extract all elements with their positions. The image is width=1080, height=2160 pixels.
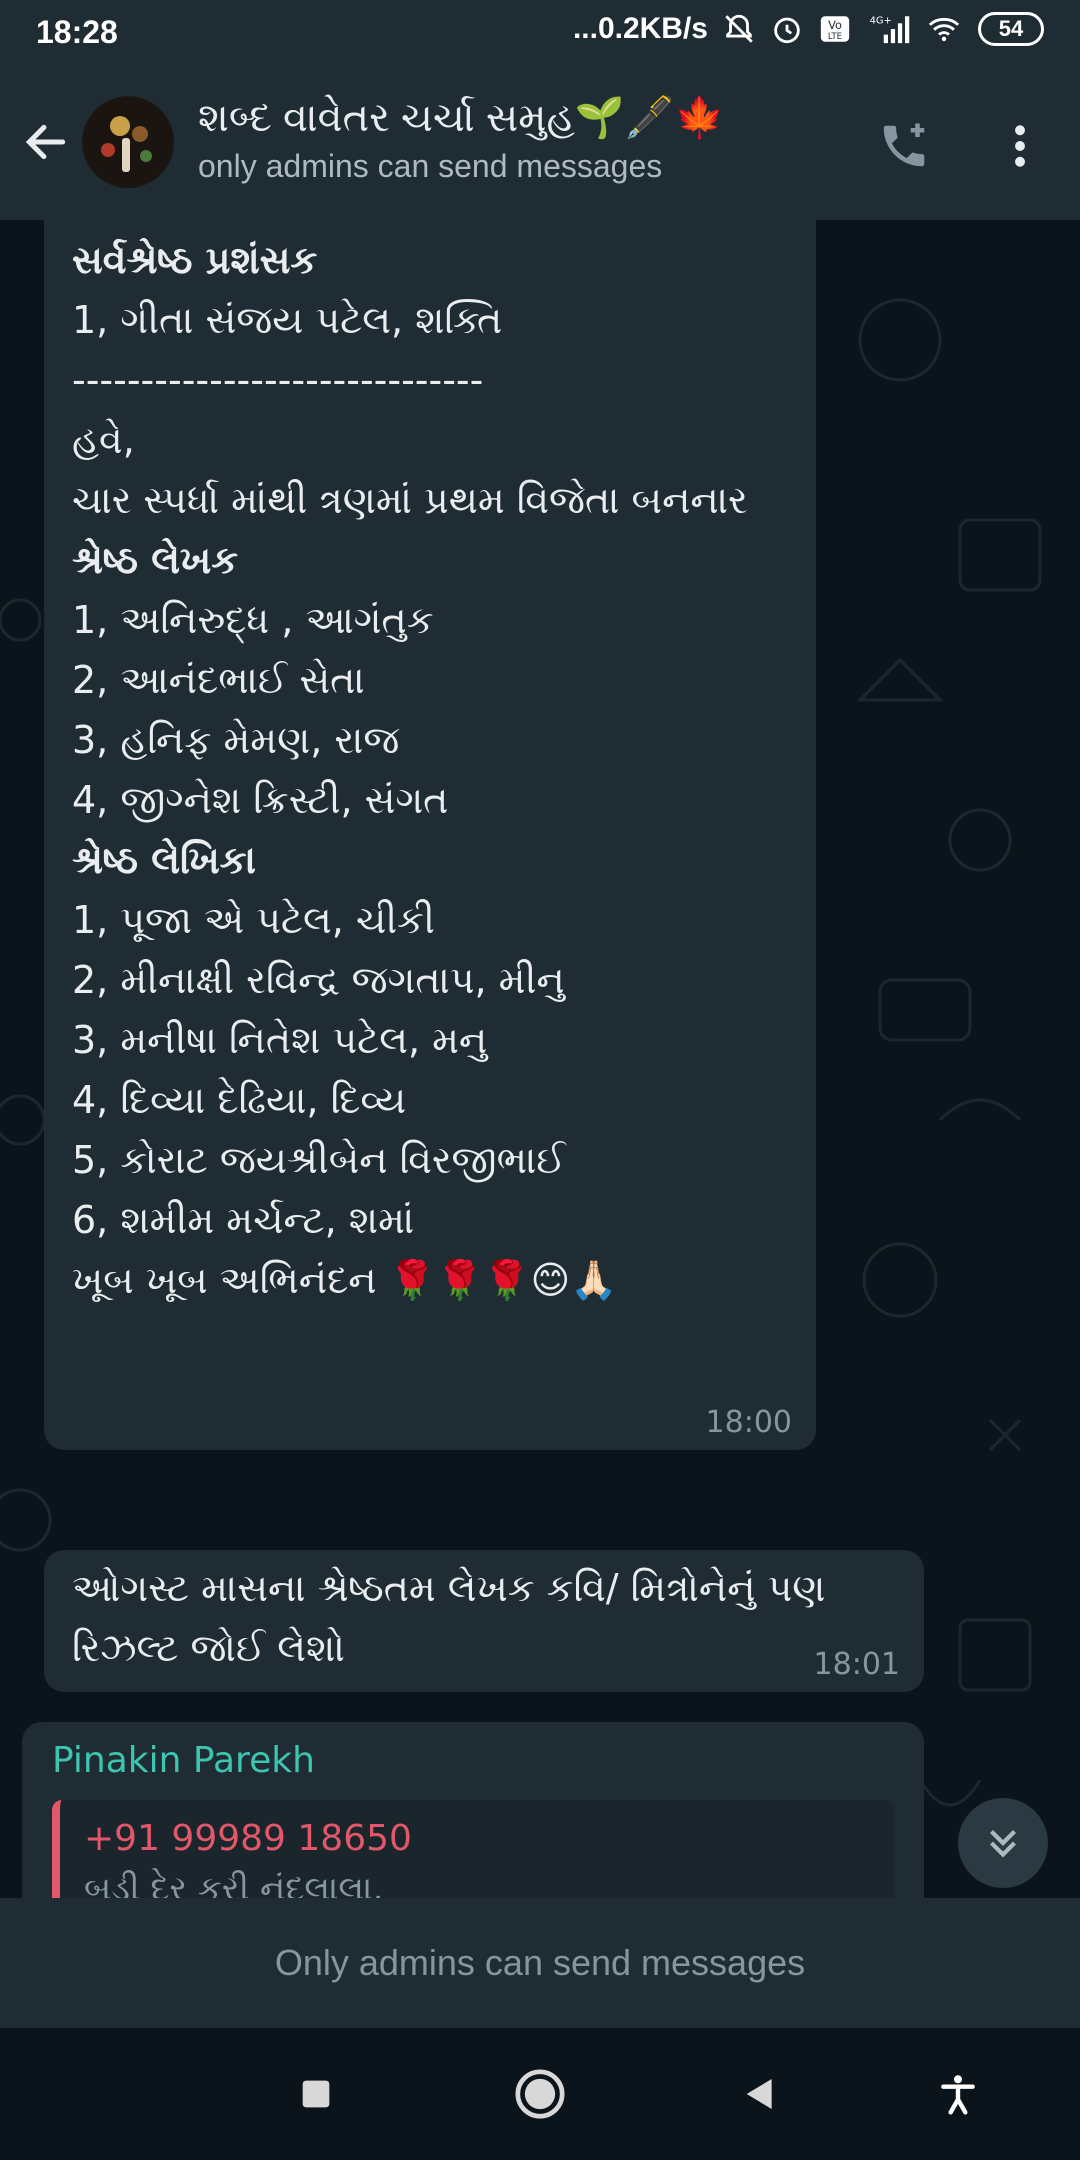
message-line: 4, દિવ્યા દેઢિયા, દિવ્ય bbox=[72, 1078, 407, 1122]
message-line: 1, પૂજા એ પટેલ, ચીકી bbox=[72, 898, 435, 942]
double-chevron-down-icon bbox=[990, 1830, 1016, 1858]
message-heading-writers: શ્રેષ્ઠ લેખક bbox=[72, 538, 239, 582]
svg-text:LTE: LTE bbox=[828, 32, 842, 42]
message-line: 3, હનિફ મેમણ, રાજ bbox=[72, 718, 400, 762]
message-time: 18:01 bbox=[813, 1647, 900, 1682]
alarm-icon bbox=[770, 12, 804, 46]
volte-icon: Vo LTE bbox=[818, 12, 852, 46]
group-avatar[interactable] bbox=[82, 96, 174, 188]
message-line: 2, આનંદભાઈ સેતા bbox=[72, 658, 365, 702]
chat-area[interactable]: સર્વશ્રેષ્ઠ પ્રશંસક 1, ગીતા સંજય પટેલ, શ… bbox=[0, 220, 1080, 1898]
network-speed: ...0.2KB/s bbox=[572, 12, 708, 45]
message-line: 6, શમીમ મર્ચન્ટ, શમાં bbox=[72, 1198, 415, 1242]
chat-header: શબ્દ વાવેતર ચર્ચા સમુહ🌱🖋️🍁 only admins c… bbox=[0, 66, 1080, 220]
message-line-clipped: સર્વશ્રેષ્ઠ પ્રશંસક bbox=[72, 238, 318, 282]
message-text: ઓગસ્ટ માસના શ્રેષ્ઠતમ લેખક કવિ/ મિત્રોને… bbox=[72, 1566, 826, 1670]
quoted-text: બડી દેર કરી નંદલાલા, bbox=[84, 1869, 384, 1898]
status-time: 18:28 bbox=[36, 14, 118, 50]
message-line: ચાર સ્પર્ધા માંથી ત્રણમાં પ્રથમ વિજેતા બ… bbox=[72, 478, 748, 522]
home-button[interactable] bbox=[508, 2062, 572, 2126]
message-heading-female-writers: શ્રેષ્ઠ લેખિકા bbox=[72, 838, 256, 882]
header-title-area[interactable]: શબ્દ વાવેતર ચર્ચા સમુહ🌱🖋️🍁 only admins c… bbox=[198, 94, 838, 185]
wifi-icon bbox=[924, 12, 964, 46]
system-nav-bar bbox=[0, 2028, 1080, 2160]
battery-icon: 54 bbox=[978, 12, 1044, 46]
scroll-to-bottom-button[interactable] bbox=[958, 1798, 1048, 1888]
message-line: 1, અનિરુદ્ધ , આગંતુક bbox=[72, 598, 434, 642]
back-button[interactable] bbox=[14, 110, 78, 174]
message-bubble[interactable]: ઓગસ્ટ માસના શ્રેષ્ઠતમ લેખક કવિ/ મિત્રોને… bbox=[44, 1550, 924, 1692]
message-line-congrats: ખૂબ ખૂબ અભિનંદન 🌹🌹🌹😊🙏🏻 bbox=[72, 1258, 618, 1302]
back-arrow-icon bbox=[25, 124, 66, 160]
message-line: 1, ગીતા સંજય પટેલ, શક્તિ bbox=[72, 298, 503, 342]
message-bubble[interactable]: Pinakin Parekh +91 99989 18650 બડી દેર ક… bbox=[22, 1722, 924, 1898]
add-call-button[interactable] bbox=[872, 114, 936, 178]
mute-icon bbox=[722, 12, 756, 46]
signal-icon: 4G+ bbox=[866, 12, 910, 46]
status-icons: ...0.2KB/s Vo LTE 4G+ 54 bbox=[573, 12, 1044, 46]
svg-text:Vo: Vo bbox=[828, 18, 842, 32]
message-line: 5, કોરાટ જયશ્રીબેન વિરજીભાઈ bbox=[72, 1138, 566, 1182]
message-line: 3, મનીષા નિતેશ પટેલ, મનુ bbox=[72, 1018, 488, 1062]
home-icon bbox=[515, 2069, 565, 2119]
back-nav-button[interactable] bbox=[728, 2062, 792, 2126]
more-vert-icon bbox=[1015, 125, 1025, 167]
recent-apps-icon bbox=[302, 2080, 330, 2108]
message-line: હવે, bbox=[72, 418, 135, 462]
message-time: 18:00 bbox=[705, 1405, 792, 1440]
recent-apps-button[interactable] bbox=[284, 2062, 348, 2126]
sender-name[interactable]: Pinakin Parekh bbox=[52, 1740, 894, 1781]
message-bubble[interactable]: સર્વશ્રેષ્ઠ પ્રશંસક 1, ગીતા સંજય પટેલ, શ… bbox=[44, 220, 816, 1450]
accessibility-button[interactable] bbox=[926, 2062, 990, 2126]
add-call-icon bbox=[883, 123, 925, 167]
message-line: 2, મીનાક્ષી રવિન્દ્ર જગતાપ, મીનુ bbox=[72, 958, 565, 1002]
message-line: 4, જીગ્નેશ ક્રિસ્ટી, સંગત bbox=[72, 778, 449, 822]
accessibility-icon bbox=[941, 2075, 975, 2115]
message-divider: ------------------------------ bbox=[72, 358, 484, 402]
status-bar: 18:28 ...0.2KB/s Vo LTE 4G+ 54 bbox=[0, 0, 1080, 66]
quoted-reply[interactable]: +91 99989 18650 બડી દેર કરી નંદલાલા, bbox=[52, 1800, 894, 1898]
admin-only-bar: Only admins can send messages bbox=[0, 1898, 1080, 2028]
quoted-sender-phone: +91 99989 18650 bbox=[84, 1818, 412, 1859]
group-subtitle: only admins can send messages bbox=[198, 148, 663, 184]
more-options-button[interactable] bbox=[988, 114, 1052, 178]
back-icon bbox=[746, 2079, 772, 2109]
network-type: 4G+ bbox=[870, 15, 892, 26]
group-title: શબ્દ વાવેતર ચર્ચા સમુહ🌱🖋️🍁 bbox=[198, 96, 725, 140]
admin-only-notice: Only admins can send messages bbox=[274, 1942, 806, 1983]
